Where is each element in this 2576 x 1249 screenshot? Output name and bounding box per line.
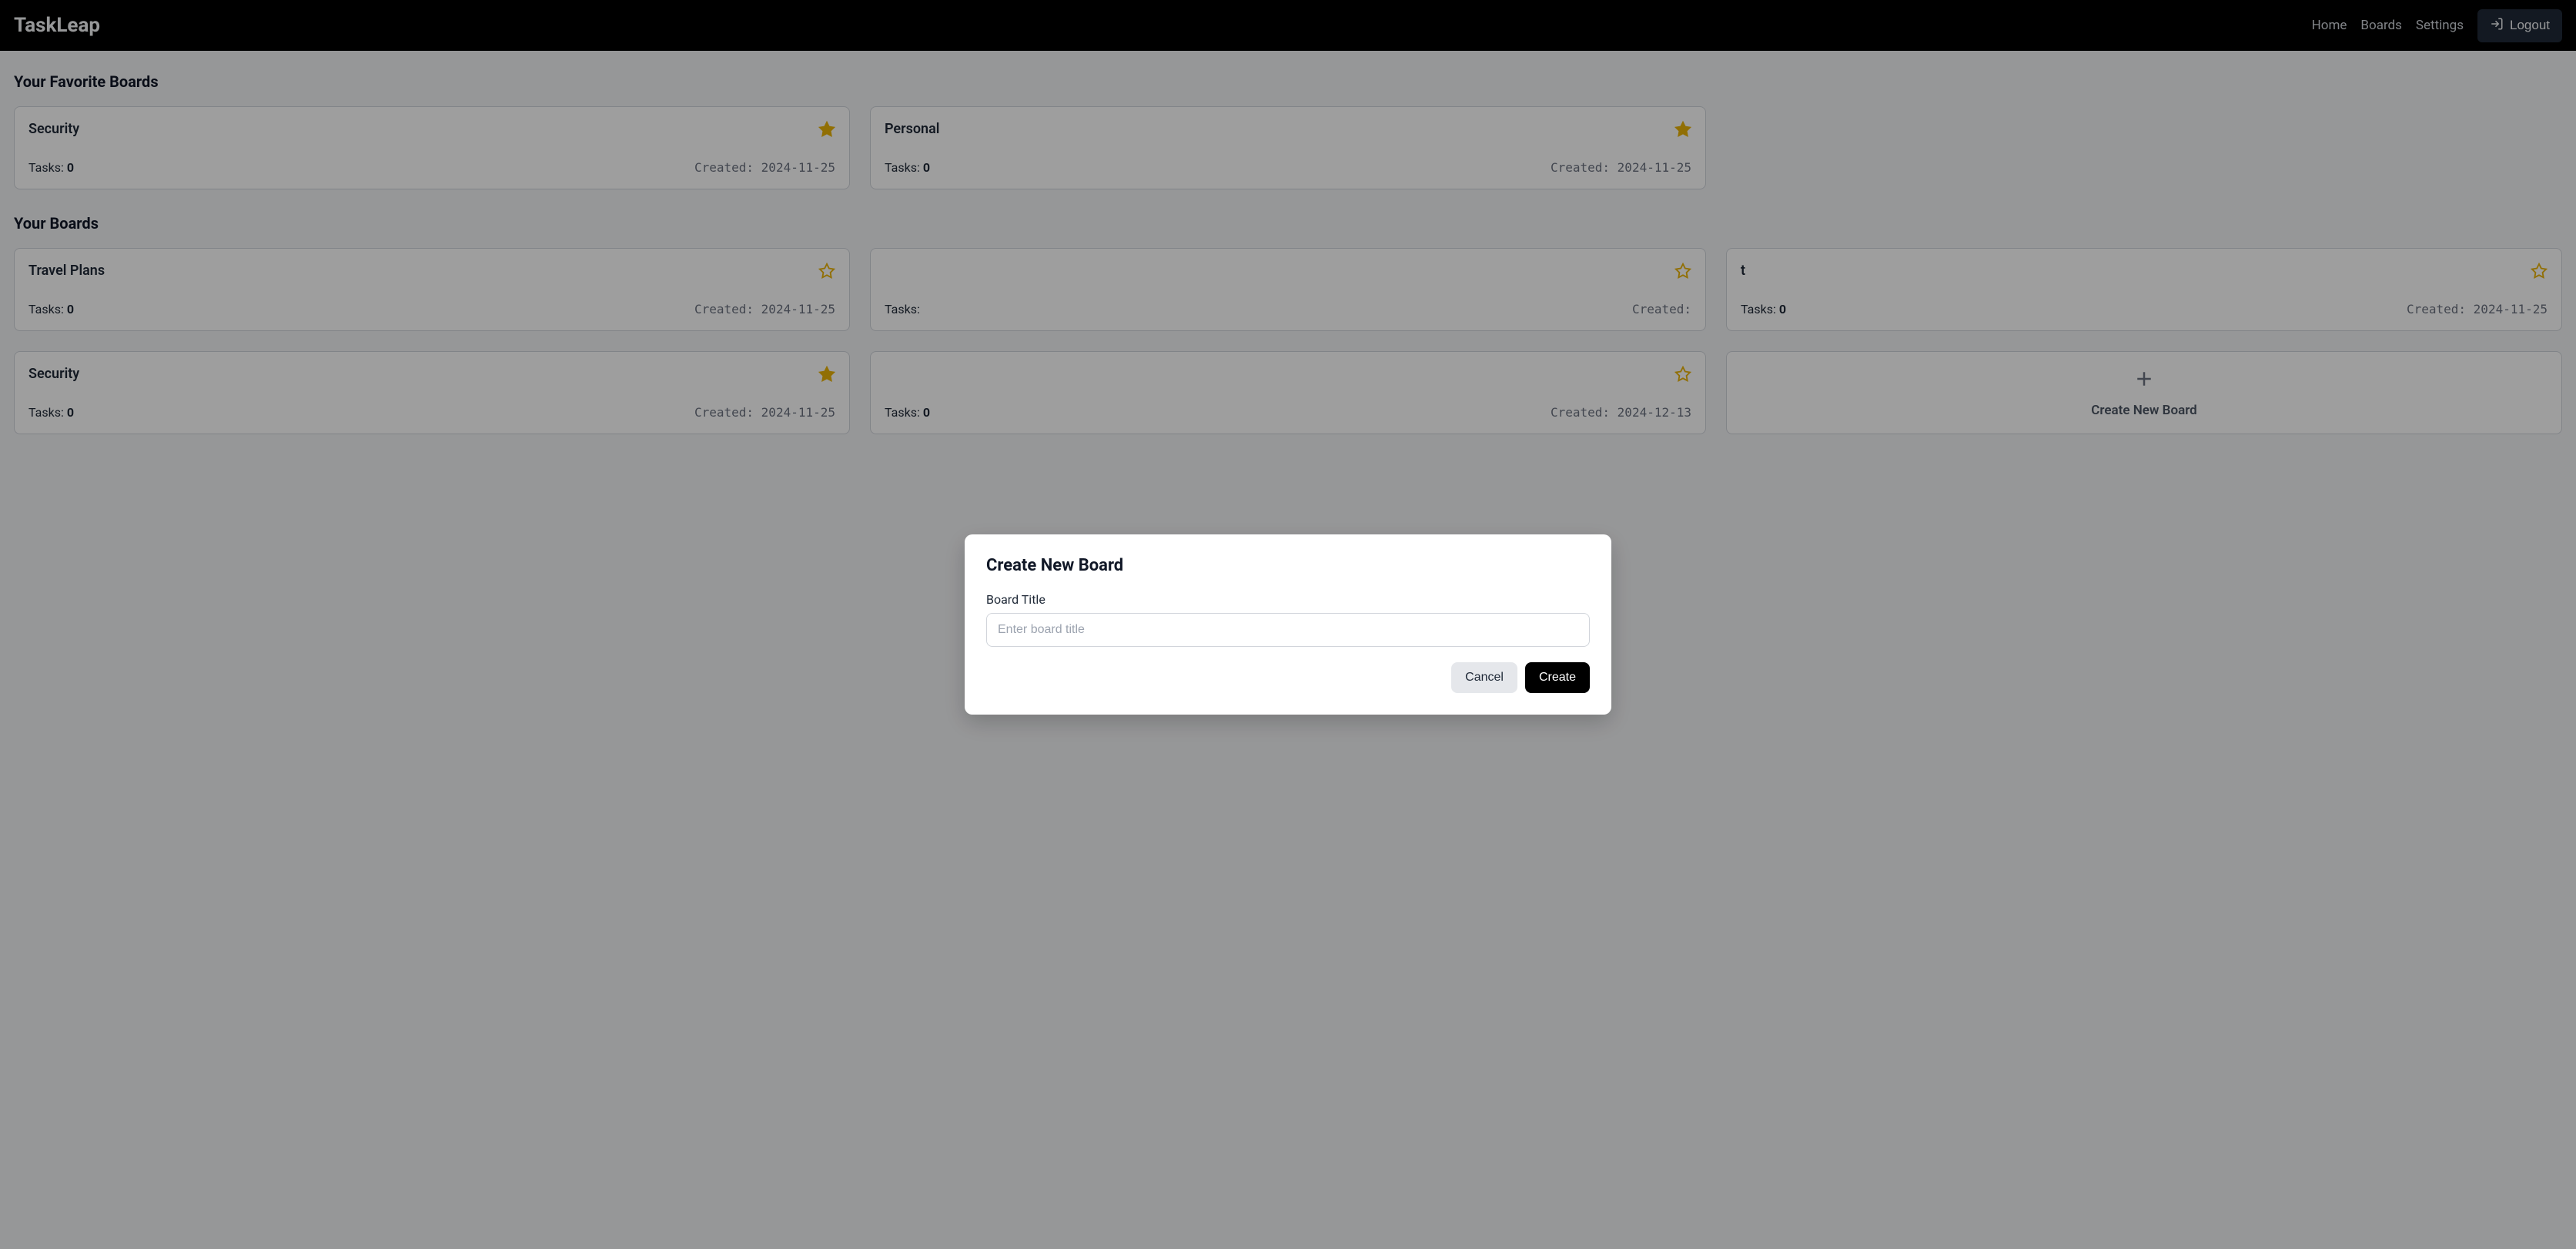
create-board-modal: Create New Board Board Title Cancel Crea… [965, 534, 1611, 715]
board-title-input[interactable] [986, 613, 1590, 647]
modal-actions: Cancel Create [986, 662, 1590, 693]
modal-overlay[interactable]: Create New Board Board Title Cancel Crea… [0, 0, 2576, 1249]
create-button[interactable]: Create [1525, 662, 1590, 693]
board-title-label: Board Title [986, 592, 1590, 607]
cancel-button[interactable]: Cancel [1451, 662, 1517, 693]
modal-title: Create New Board [986, 556, 1590, 575]
